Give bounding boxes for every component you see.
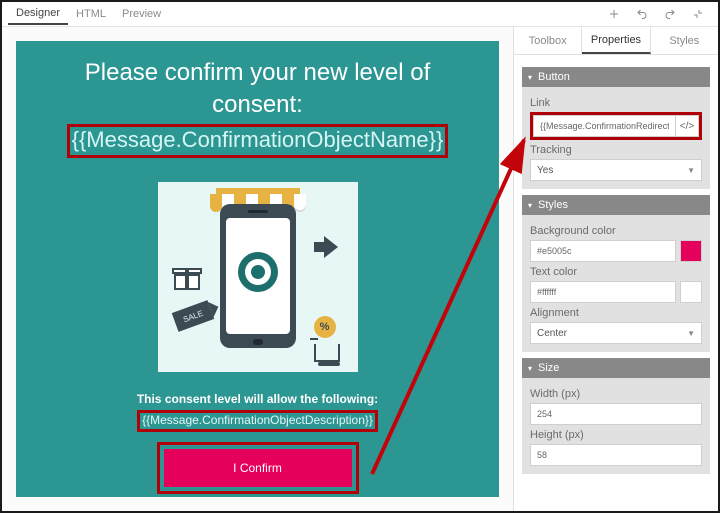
section-header-size-label: Size [538,362,559,374]
designer-canvas[interactable]: Please confirm your new level of consent… [2,27,513,511]
field-label-textcolor: Text color [530,266,702,278]
chevron-down-icon: ▼ [687,329,695,338]
tab-designer[interactable]: Designer [8,3,68,25]
merge-desc-highlight: {{Message.ConfirmationObjectDescription}… [137,410,378,432]
chevron-down-icon: ▾ [528,364,532,373]
page-title: Please confirm your new level of consent… [16,51,499,124]
sale-tag-icon: SALE [171,300,214,332]
undo-icon[interactable] [628,2,656,26]
bgcolor-swatch[interactable] [680,240,702,262]
section-header-styles-label: Styles [538,199,568,211]
section-header-button[interactable]: ▾ Button [522,67,710,87]
section-header-styles[interactable]: ▾ Styles [522,195,710,215]
confirm-button[interactable]: I Confirm [164,449,352,487]
field-label-height: Height (px) [530,429,702,441]
chevron-down-icon: ▼ [687,166,695,175]
percent-icon: % [314,316,336,338]
code-button[interactable]: </> [675,115,699,137]
section-header-button-label: Button [538,71,570,83]
link-field-highlight: </> [530,112,702,140]
tab-html[interactable]: HTML [68,4,114,24]
alignment-select-value: Center [537,328,567,339]
side-tab-toolbox[interactable]: Toolbox [514,27,582,54]
section-header-size[interactable]: ▾ Size [522,358,710,378]
merge-name-highlight: {{Message.ConfirmationObjectName}} [67,124,449,158]
chevron-down-icon: ▾ [528,73,532,82]
tracking-select-value: Yes [537,165,553,176]
bgcolor-input[interactable] [530,240,676,262]
megaphone-icon [314,236,340,258]
cart-icon [314,344,340,362]
sub-text: This consent level will allow the follow… [16,392,499,406]
confirm-button-highlight: I Confirm [157,442,359,494]
merge-name-token[interactable]: {{Message.ConfirmationObjectName}} [72,127,444,152]
tab-preview[interactable]: Preview [114,4,169,24]
add-icon[interactable] [600,2,628,26]
alignment-select[interactable]: Center ▼ [530,322,702,344]
title-line2: consent: [212,91,303,118]
hero-image[interactable]: SALE % [158,182,358,372]
collapse-icon[interactable] [684,2,712,26]
gift-icon [174,266,200,290]
textcolor-input[interactable] [530,281,676,303]
field-label-bgcolor: Background color [530,225,702,237]
field-label-alignment: Alignment [530,307,702,319]
textcolor-swatch[interactable] [680,281,702,303]
field-label-width: Width (px) [530,388,702,400]
tracking-select[interactable]: Yes ▼ [530,159,702,181]
side-tab-styles[interactable]: Styles [651,27,718,54]
redo-icon[interactable] [656,2,684,26]
field-label-link: Link [530,97,702,109]
width-input[interactable] [530,403,702,425]
height-input[interactable] [530,444,702,466]
side-tab-properties[interactable]: Properties [582,27,650,54]
merge-desc-token[interactable]: {{Message.ConfirmationObjectDescription}… [142,413,373,427]
link-input[interactable] [533,115,675,137]
title-line1: Please confirm your new level of [85,59,431,86]
chevron-down-icon: ▾ [528,201,532,210]
target-icon [238,252,278,292]
field-label-tracking: Tracking [530,144,702,156]
